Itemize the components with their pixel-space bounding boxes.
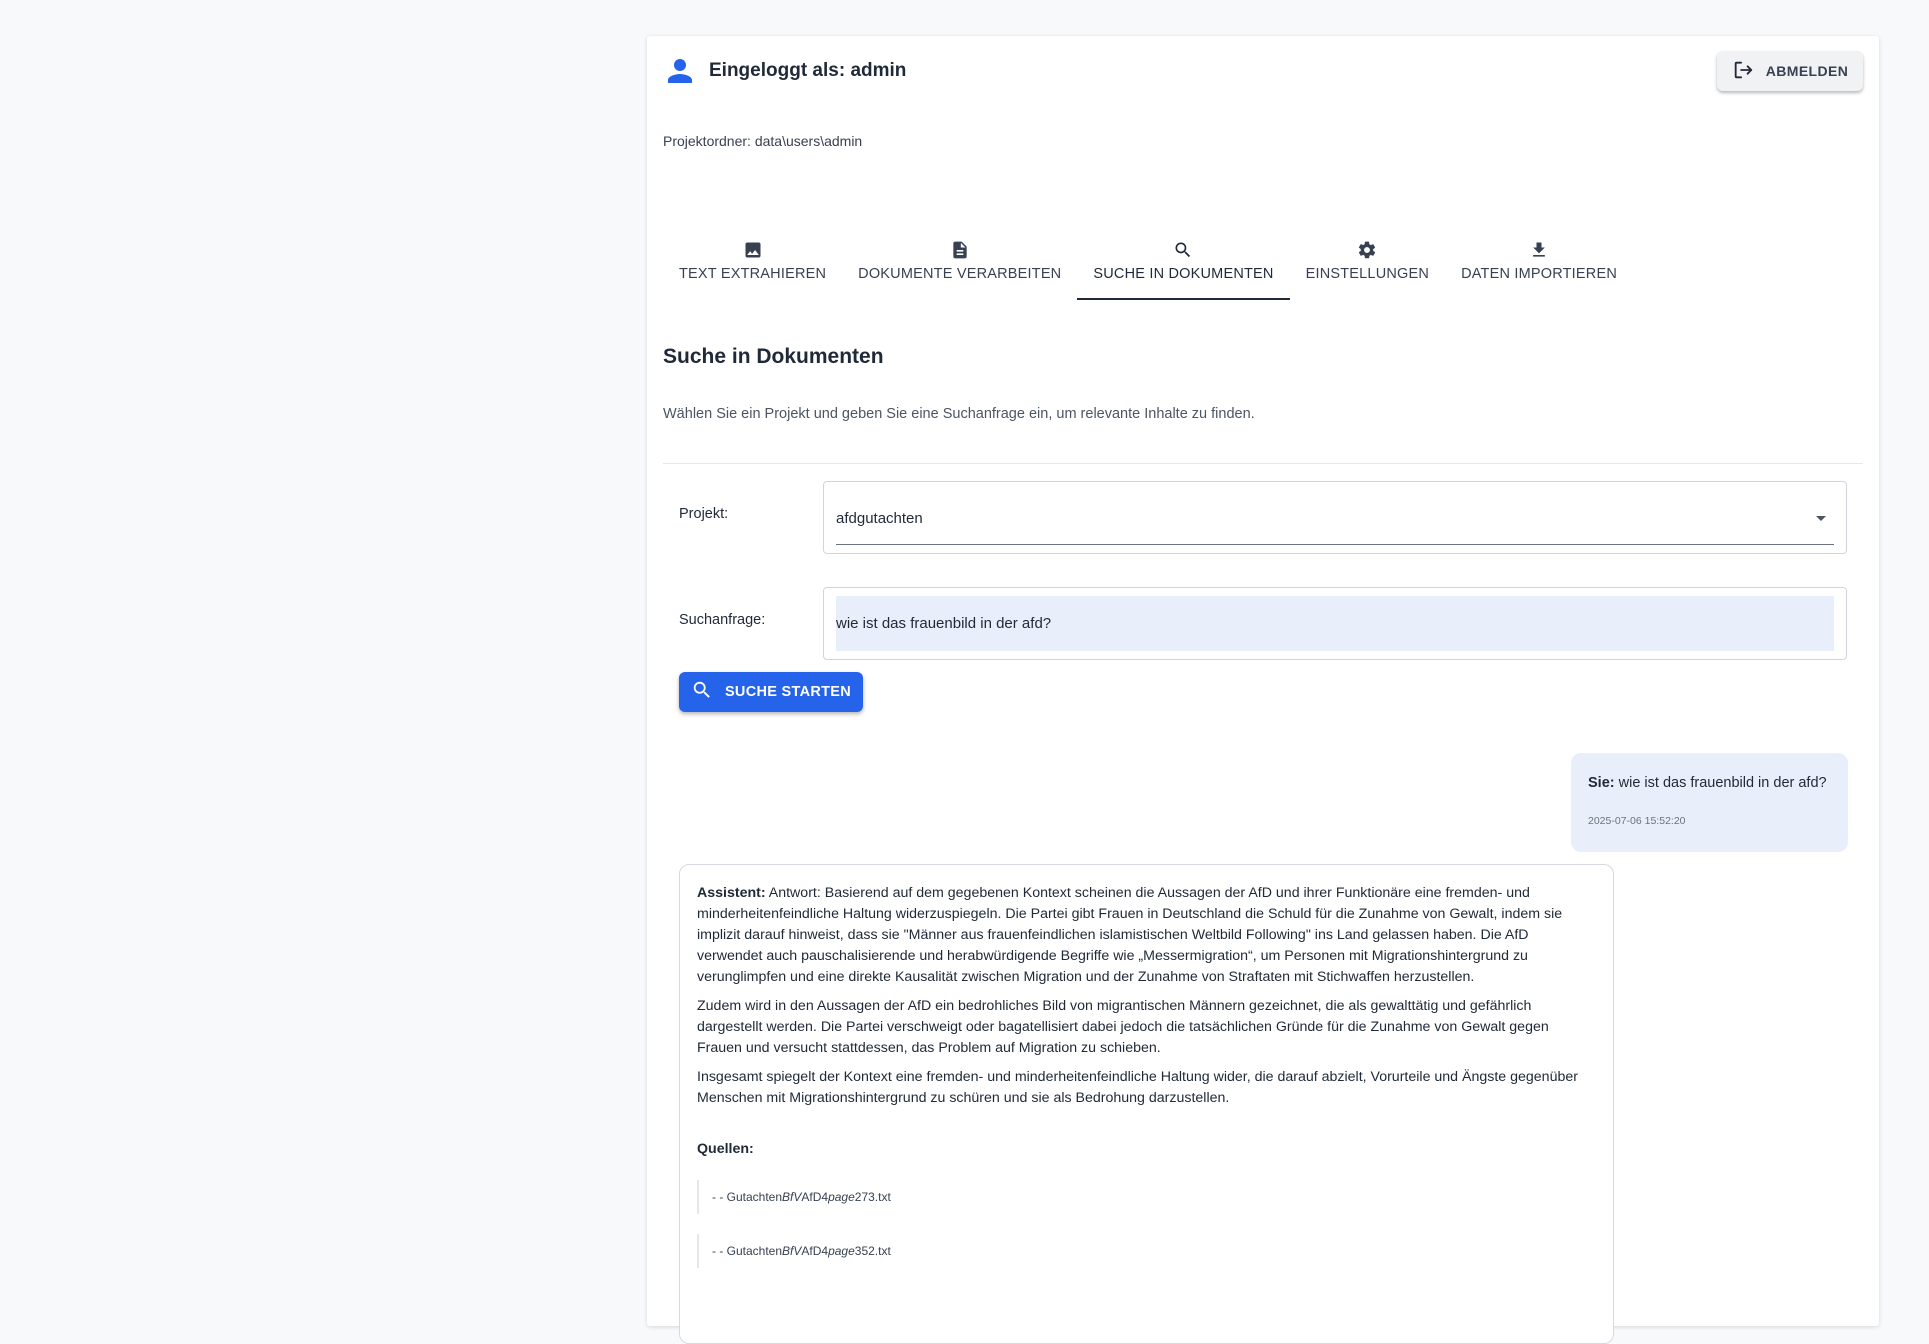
tab-text-extrahieren[interactable]: TEXT EXTRAHIEREN bbox=[663, 200, 842, 300]
source-text: AfD4 bbox=[801, 1189, 829, 1204]
tab-daten-importieren[interactable]: DATEN IMPORTIEREN bbox=[1445, 200, 1633, 300]
project-label: Projekt: bbox=[679, 506, 729, 522]
assistant-paragraph: Assistent: Antwort: Basierend auf dem ge… bbox=[697, 883, 1596, 988]
source-text: - - Gutachten bbox=[712, 1189, 783, 1204]
section-description: Wählen Sie ein Projekt und geben Sie ein… bbox=[663, 406, 1255, 422]
user-label: Eingeloggt als: admin bbox=[709, 60, 907, 81]
source-text: page bbox=[828, 1243, 855, 1258]
search-start-button[interactable]: SUCHE STARTEN bbox=[679, 672, 863, 712]
source-text: - - Gutachten bbox=[712, 1243, 783, 1258]
logout-label: ABMELDEN bbox=[1765, 63, 1849, 79]
tab-suche-in-dokumenten[interactable]: SUCHE IN DOKUMENTEN bbox=[1077, 200, 1290, 300]
user-message-text: Sie: wie ist das frauenbild in der afd? bbox=[1588, 775, 1831, 791]
source-text: page bbox=[828, 1189, 855, 1204]
assistant-text: Antwort: Basierend auf dem gegebenen Kon… bbox=[697, 885, 1563, 985]
tab-label: TEXT EXTRAHIEREN bbox=[679, 266, 827, 282]
source-text: BfV bbox=[782, 1243, 802, 1258]
assistant-message: Assistent: Antwort: Basierend auf dem ge… bbox=[679, 864, 1614, 1344]
source-text: 352.txt bbox=[854, 1243, 891, 1258]
source-text: BfV bbox=[782, 1189, 802, 1204]
gear-icon bbox=[1357, 240, 1377, 260]
assistant-paragraph: Zudem wird in den Aussagen der AfD ein b… bbox=[697, 998, 1549, 1056]
section-title: Suche in Dokumenten bbox=[663, 345, 884, 368]
project-folder: Projektordner: data\users\admin bbox=[663, 133, 863, 149]
search-icon bbox=[1173, 240, 1193, 260]
sources-title: Quellen: bbox=[697, 1141, 754, 1157]
image-icon bbox=[743, 240, 763, 260]
project-select[interactable]: afdgutachten bbox=[836, 492, 1834, 545]
logout-icon bbox=[1732, 59, 1754, 84]
user-info: Eingeloggt als: admin bbox=[665, 56, 906, 86]
user-message-body: wie ist das frauenbild in der afd? bbox=[1618, 775, 1827, 791]
project-select-value: afdgutachten bbox=[836, 509, 923, 527]
message-timestamp: 2025-07-06 15:52:20 bbox=[1588, 815, 1686, 827]
tab-bar: TEXT EXTRAHIEREN DOKUMENTE VERARBEITEN S… bbox=[663, 200, 1633, 300]
search-button-label: SUCHE STARTEN bbox=[724, 684, 852, 700]
assistant-paragraph: Insgesamt spiegelt der Kontext eine frem… bbox=[697, 1069, 1578, 1106]
query-input[interactable] bbox=[836, 596, 1834, 651]
search-icon bbox=[691, 679, 713, 705]
user-message: Sie: wie ist das frauenbild in der afd? … bbox=[1571, 753, 1848, 852]
assistant-prefix: Assistent: bbox=[697, 885, 766, 901]
divider bbox=[663, 463, 1863, 464]
source-text: 273.txt bbox=[854, 1189, 891, 1204]
tab-label: EINSTELLUNGEN bbox=[1305, 266, 1430, 282]
logout-button[interactable]: ABMELDEN bbox=[1717, 51, 1863, 91]
document-icon bbox=[950, 240, 970, 260]
source-item: - - Gutachten BfV AfD4 page 273.txt bbox=[697, 1180, 1596, 1214]
chevron-down-icon bbox=[1816, 515, 1826, 521]
user-icon bbox=[665, 56, 695, 86]
query-label: Suchanfrage: bbox=[679, 612, 766, 628]
tab-einstellungen[interactable]: EINSTELLUNGEN bbox=[1290, 200, 1445, 300]
tab-label: DOKUMENTE VERARBEITEN bbox=[858, 266, 1062, 282]
tab-label: SUCHE IN DOKUMENTEN bbox=[1093, 266, 1274, 282]
project-select-box: afdgutachten bbox=[823, 481, 1847, 554]
tab-label: DATEN IMPORTIEREN bbox=[1461, 266, 1617, 282]
user-message-prefix: Sie: bbox=[1588, 775, 1615, 791]
download-icon bbox=[1529, 240, 1549, 260]
query-field-box bbox=[823, 587, 1847, 660]
tab-dokumente-verarbeiten[interactable]: DOKUMENTE VERARBEITEN bbox=[842, 200, 1077, 300]
source-item: - - Gutachten BfV AfD4 page 352.txt bbox=[697, 1234, 1596, 1268]
main-panel: Eingeloggt als: admin ABMELDEN Projektor… bbox=[647, 36, 1879, 1344]
source-text: AfD4 bbox=[801, 1243, 829, 1258]
